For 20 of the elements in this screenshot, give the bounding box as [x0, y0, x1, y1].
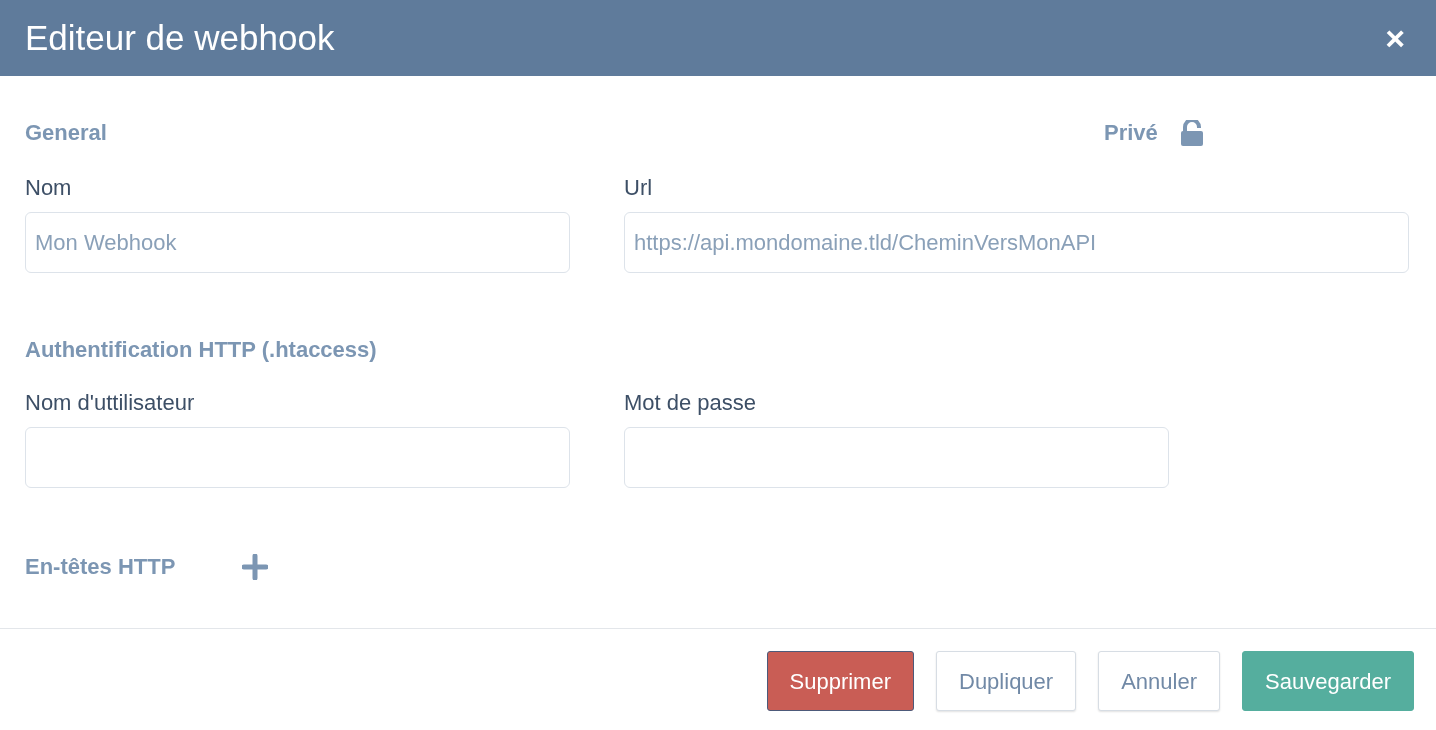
close-button[interactable]: × [1379, 21, 1411, 55]
section-heading: General [25, 120, 107, 145]
action-button[interactable]: Supprimer [766, 651, 914, 711]
field-label: Mot de passe [624, 389, 757, 417]
section-heading: Authentification HTTP (.htaccess) [25, 337, 377, 362]
field-label: Nom d'uttilisateur [25, 389, 195, 417]
private-label: Privé [1104, 119, 1158, 147]
input-field[interactable] [25, 427, 570, 488]
input-field[interactable] [624, 427, 1169, 488]
action-button[interactable]: Annuler [1098, 651, 1220, 711]
unlock-icon[interactable] [1179, 119, 1204, 146]
action-button[interactable]: Sauvegarder [1242, 651, 1414, 711]
dialog-title: Editeur de webhook [25, 17, 335, 59]
field-label: Url [624, 174, 653, 202]
input-field[interactable]: https://api.mondomaine.tld/CheminVersMonAPI [624, 212, 1409, 273]
action-button[interactable]: Dupliquer [936, 651, 1077, 711]
input-field[interactable]: Mon Webhook [25, 212, 570, 273]
section-heading: En-têtes HTTP [25, 553, 176, 581]
field-label: Nom [25, 174, 72, 202]
add-icon[interactable] [242, 553, 269, 580]
